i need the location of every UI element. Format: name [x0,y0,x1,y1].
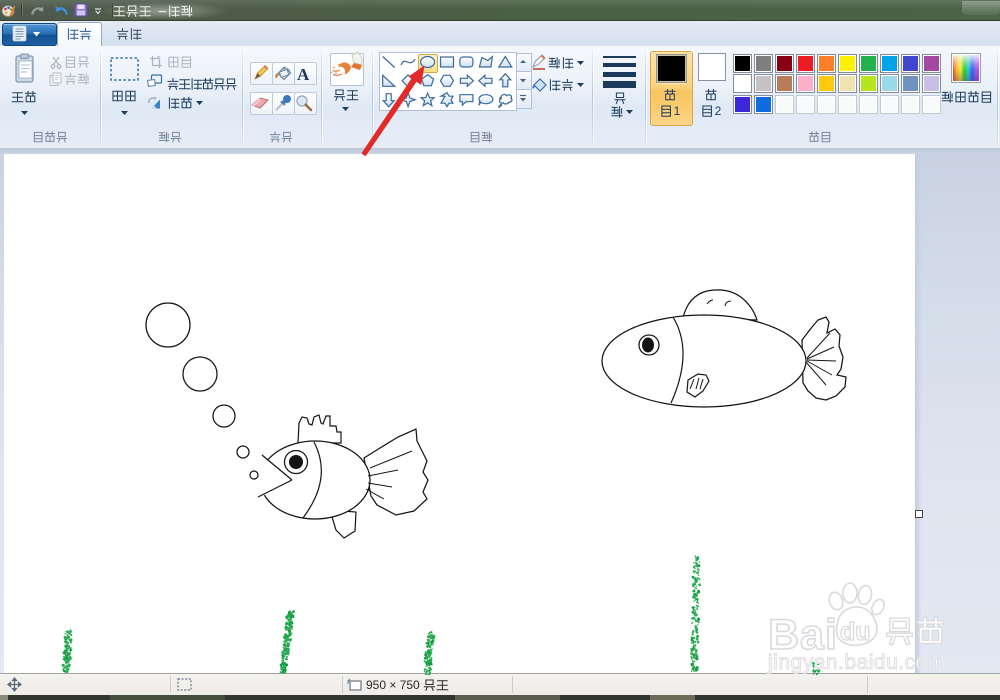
svg-text:A: A [297,65,310,84]
svg-text:1: 1 [674,104,681,118]
svg-text:jingyan.baidu.com: jingyan.baidu.com [767,651,946,674]
svg-text:950 × 750: 950 × 750 [366,678,420,692]
svg-text:du: du [840,618,871,646]
svg-text:2: 2 [715,104,722,118]
